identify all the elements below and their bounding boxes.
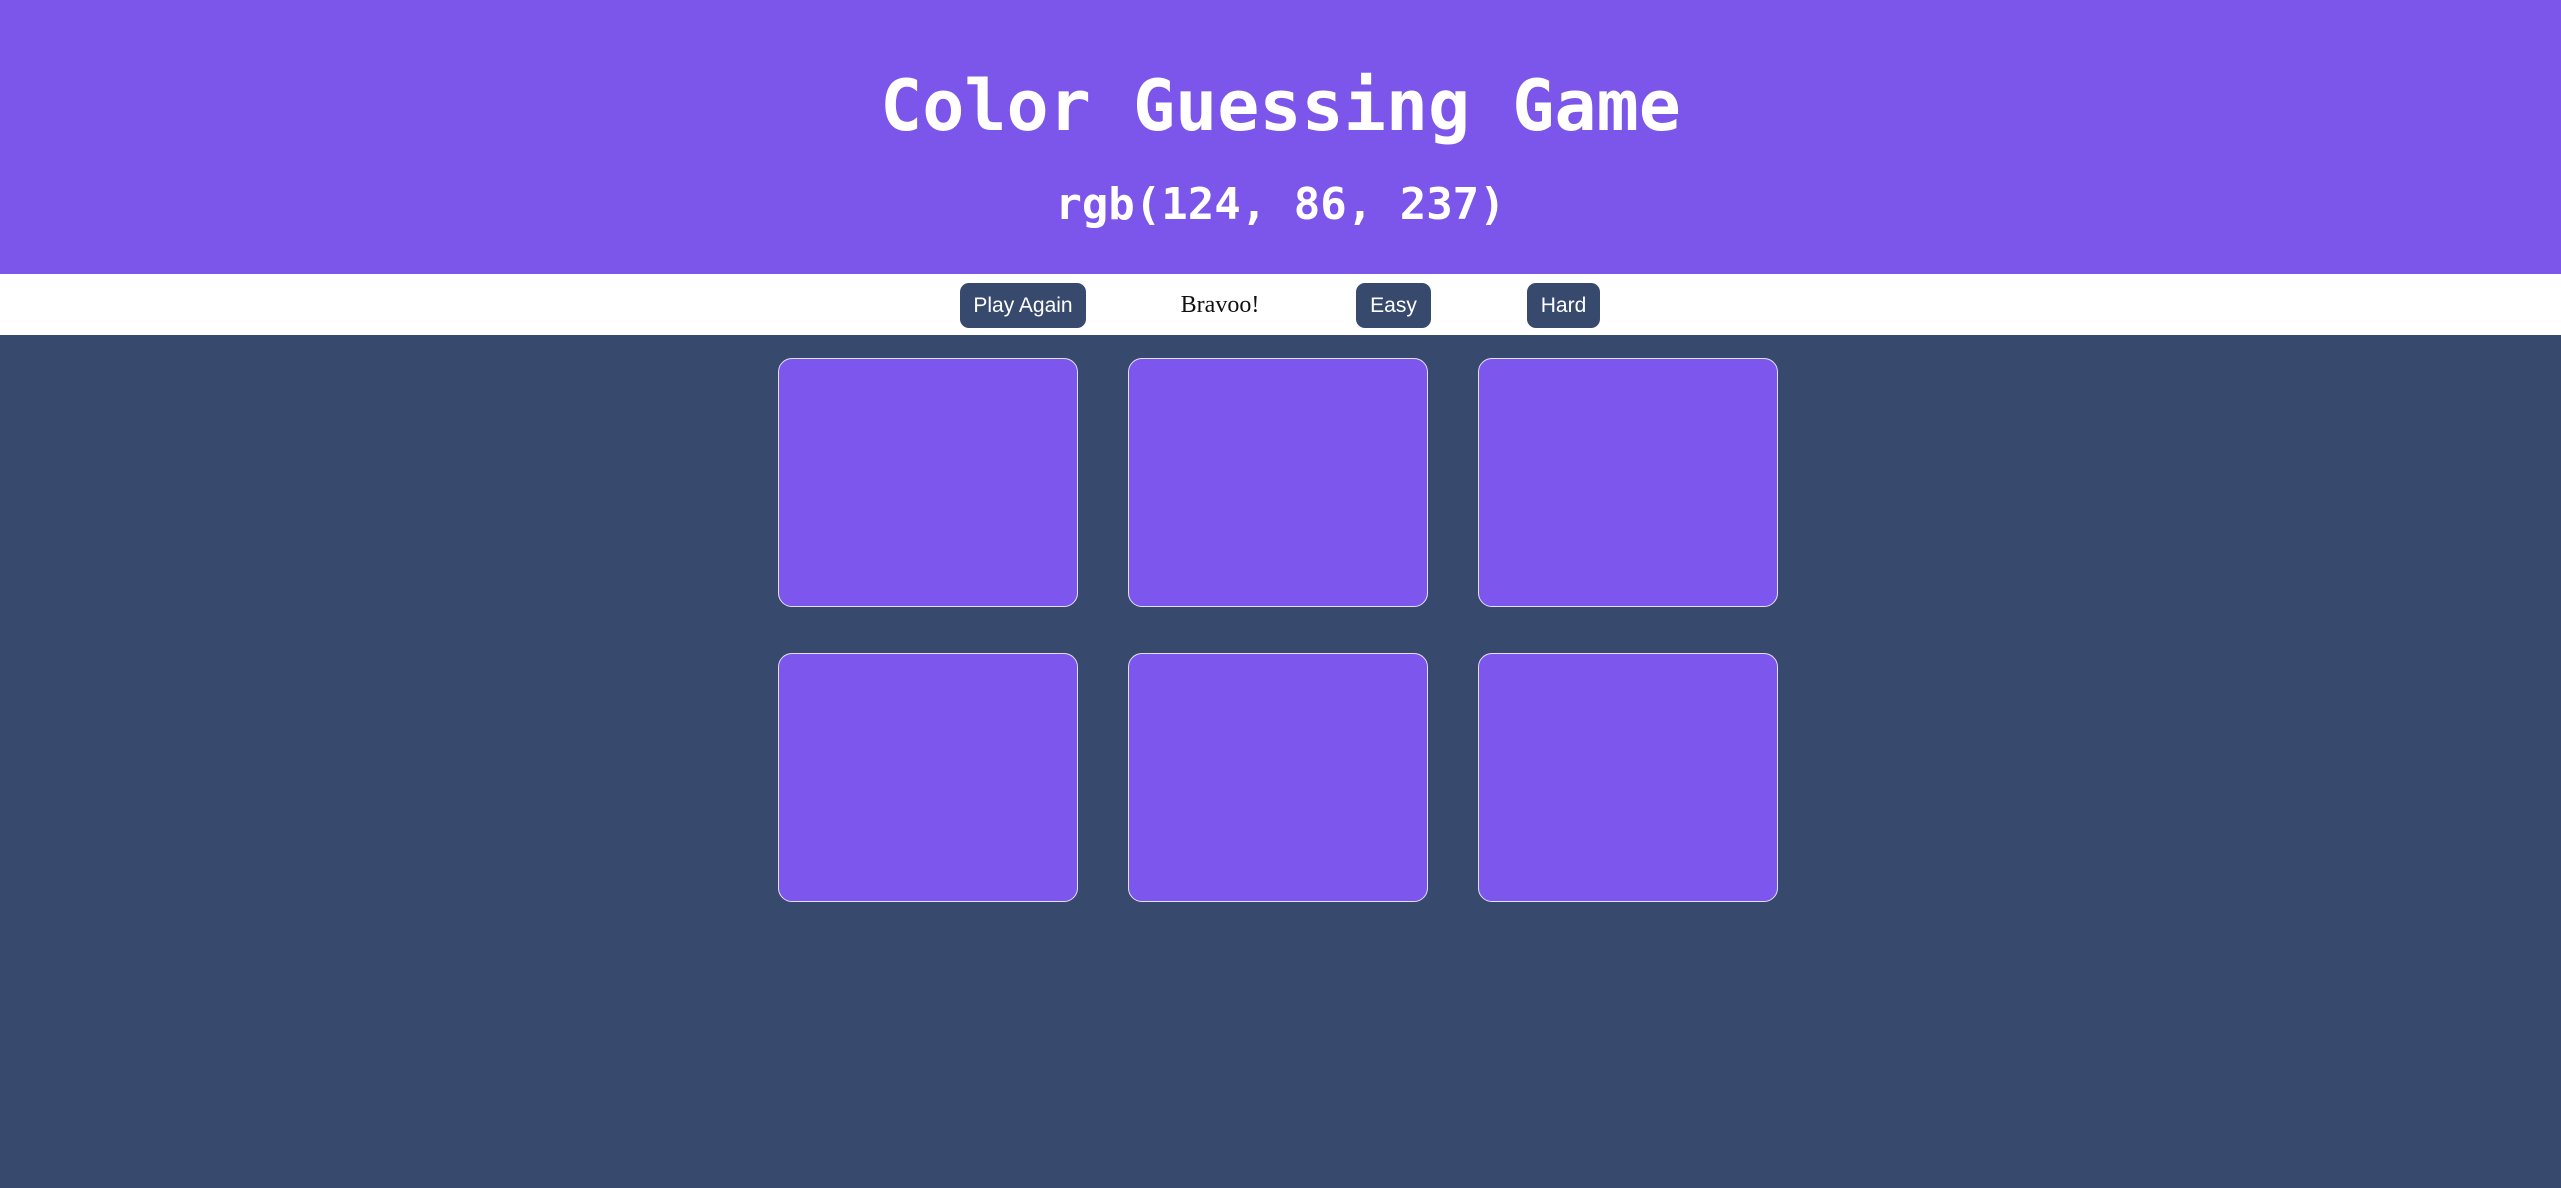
color-square[interactable] [1128,653,1428,902]
play-again-button[interactable]: Play Again [960,283,1086,328]
color-board [0,335,2561,1188]
game-header: Color Guessing Game rgb(124, 86, 237) [0,0,2561,274]
result-message: Bravoo! [1180,292,1260,318]
color-square[interactable] [778,358,1078,607]
color-square[interactable] [1478,358,1778,607]
color-square[interactable] [1478,653,1778,902]
target-rgb-display: rgb(124, 86, 237) [1055,179,1506,230]
easy-mode-button[interactable]: Easy [1356,283,1431,328]
game-title: Color Guessing Game [880,65,1681,147]
hard-mode-button[interactable]: Hard [1527,283,1600,328]
color-square[interactable] [1128,358,1428,607]
color-square[interactable] [778,653,1078,902]
control-bar: Play Again Bravoo! Easy Hard [0,274,2561,335]
